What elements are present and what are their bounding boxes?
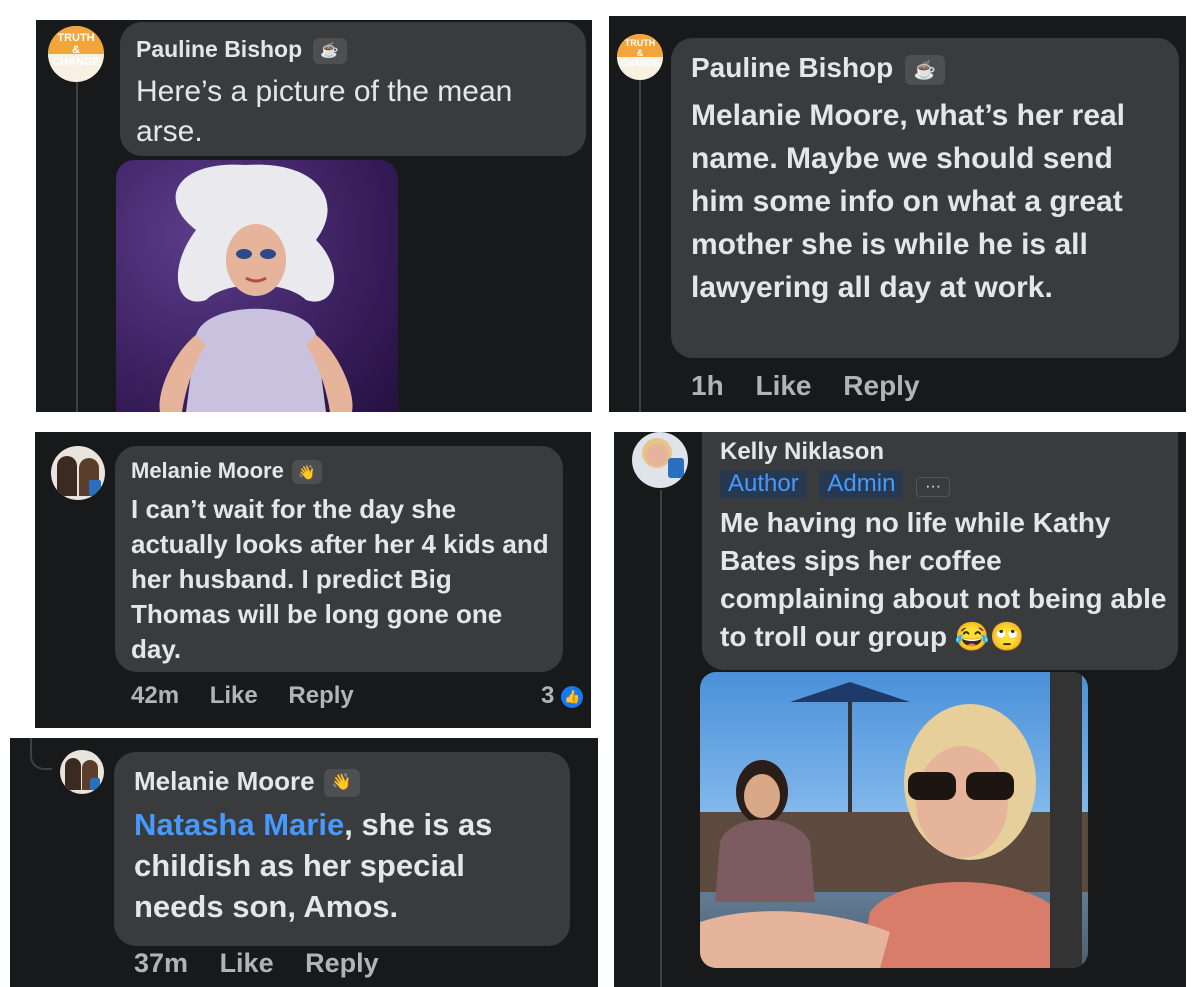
reply-connector (30, 738, 52, 770)
comment-author[interactable]: Melanie Moore (131, 458, 284, 483)
like-reaction-icon: 👍 (561, 685, 584, 708)
avatar[interactable]: TRUTH & CHANGE (48, 26, 104, 82)
like-link[interactable]: Like (220, 948, 274, 978)
comment-actions: 42m Like Reply (131, 682, 378, 710)
comment-author[interactable]: Pauline Bishop (136, 36, 302, 62)
more-options-button[interactable]: ··· (916, 477, 951, 497)
comment-text: I can’t wait for the day she actually lo… (131, 494, 549, 664)
comment-text: Here’s a picture of the mean arse. (136, 75, 513, 148)
doll-illustration (159, 164, 353, 412)
waving-hand-icon: 👋 (323, 769, 360, 798)
reply-link[interactable]: Reply (305, 948, 379, 978)
comment-text: Me having no life while Kathy Bates sips… (720, 504, 1170, 656)
comment-time[interactable]: 37m (134, 948, 188, 978)
coffee-cup-icon: ☕ (905, 54, 946, 85)
comment-panel-5: Kelly Niklason Author Admin ··· Me havin… (614, 432, 1186, 987)
avatar-text-3: CHANGE (620, 58, 660, 68)
comment-panel-4: Melanie Moore 👋 Natasha Marie, she is as… (10, 738, 598, 987)
comment-bubble: Pauline Bishop ☕ Here’s a picture of the… (120, 22, 586, 156)
avatar[interactable] (51, 446, 105, 500)
comment-author[interactable]: Pauline Bishop (691, 52, 893, 83)
comment-panel-3: Melanie Moore 👋 I can’t wait for the day… (35, 432, 591, 728)
avatar[interactable] (632, 432, 688, 488)
role-badges: Author Admin ··· (720, 470, 951, 498)
avatar-text-1: TRUTH (57, 32, 95, 44)
reaction-count-value: 3 (541, 682, 555, 709)
comment-bubble: Melanie Moore 👋 Natasha Marie, she is as… (114, 752, 570, 946)
admin-badge[interactable]: Admin (819, 470, 904, 498)
comment-author[interactable]: Melanie Moore (134, 766, 315, 796)
comment-bubble: Kelly Niklason Author Admin ··· Me havin… (702, 432, 1178, 670)
laughing-rolling-eyes-emoji-icon: 😂🙄 (954, 621, 1025, 652)
waving-hand-icon: 👋 (291, 460, 322, 485)
like-link[interactable]: Like (755, 370, 811, 401)
reply-link[interactable]: Reply (288, 682, 353, 709)
thread-line (76, 82, 78, 412)
avatar-text-2: & (72, 44, 80, 56)
comment-text: Melanie Moore, what’s her real name. May… (691, 99, 1126, 304)
thread-line (660, 490, 662, 987)
like-link[interactable]: Like (210, 682, 258, 709)
comment-panel-2: TRUTH & CHANGE Pauline Bishop ☕ Melanie … (609, 16, 1186, 412)
comment-author[interactable]: Kelly Niklason (720, 438, 884, 466)
comment-actions: 1h Like Reply (691, 370, 944, 402)
author-badge[interactable]: Author (720, 470, 807, 498)
comment-bubble: Pauline Bishop ☕ Melanie Moore, what’s h… (671, 38, 1179, 358)
avatar[interactable] (60, 750, 104, 794)
reply-link[interactable]: Reply (843, 370, 919, 401)
avatar[interactable]: TRUTH & CHANGE (617, 34, 663, 80)
coffee-cup-icon: ☕ (312, 37, 347, 64)
comment-time[interactable]: 42m (131, 682, 179, 709)
comment-text-body: Me having no life while Kathy Bates sips… (720, 507, 1167, 652)
thread-line (639, 76, 641, 412)
avatar-text-2: & (636, 48, 644, 58)
avatar-text-1: TRUTH (624, 38, 656, 48)
avatar-text-3: CHANGE (52, 56, 100, 68)
comment-bubble: Melanie Moore 👋 I can’t wait for the day… (115, 446, 563, 672)
comment-actions: 37m Like Reply (134, 948, 403, 979)
reaction-count[interactable]: 3 👍 (541, 682, 584, 710)
attached-selfie-photo[interactable] (700, 672, 1088, 968)
comment-time[interactable]: 1h (691, 370, 724, 401)
mention-link[interactable]: Natasha Marie (134, 807, 344, 842)
attached-doll-photo[interactable] (116, 160, 398, 412)
comment-panel-1: TRUTH & CHANGE Pauline Bishop ☕ Here’s a… (36, 20, 592, 412)
comment-text: Natasha Marie, she is as childish as her… (134, 804, 554, 927)
selfie-illustration (700, 672, 1088, 968)
